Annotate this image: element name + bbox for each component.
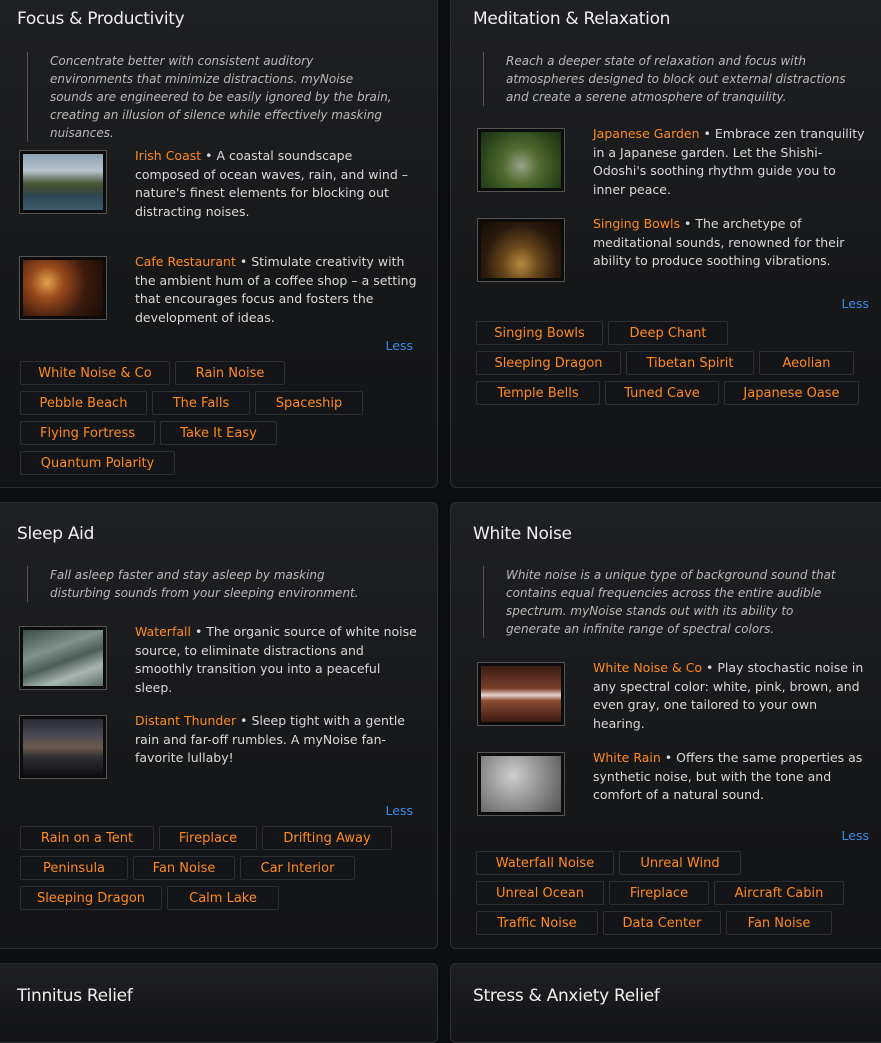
feature-link[interactable]: Irish Coast bbox=[135, 148, 201, 163]
tag-button[interactable]: Fan Noise bbox=[133, 856, 235, 880]
feature-white-rain[interactable]: White Rain • Offers the same properties … bbox=[477, 750, 871, 822]
tag-button[interactable]: Unreal Wind bbox=[619, 851, 741, 875]
feature-cafe-restaurant[interactable]: Cafe Restaurant • Stimulate creativity w… bbox=[19, 254, 419, 326]
feature-text: Distant Thunder • Sleep tight with a gen… bbox=[135, 713, 406, 765]
tag-button[interactable]: Tibetan Spirit bbox=[626, 351, 754, 375]
tag-button[interactable]: Sleeping Dragon bbox=[20, 886, 162, 910]
feature-text: White Noise & Co • Play stochastic noise… bbox=[593, 660, 864, 731]
tag-button[interactable]: Temple Bells bbox=[476, 381, 600, 405]
card-intro: Fall asleep faster and stay asleep by ma… bbox=[27, 566, 377, 602]
feature-link[interactable]: Japanese Garden bbox=[593, 126, 700, 141]
feature-text: Singing Bowls • The archetype of meditat… bbox=[593, 216, 845, 268]
tag-button[interactable]: White Noise & Co bbox=[20, 361, 170, 385]
feature-link[interactable]: Cafe Restaurant bbox=[135, 254, 236, 269]
less-link[interactable]: Less bbox=[386, 338, 413, 353]
feature-text: Waterfall • The organic source of white … bbox=[135, 624, 417, 695]
tag-button[interactable]: Flying Fortress bbox=[20, 421, 155, 445]
tag-button[interactable]: Japanese Oase bbox=[724, 381, 859, 405]
tag-button[interactable]: Drifting Away bbox=[262, 826, 392, 850]
tag-button[interactable]: Fireplace bbox=[159, 826, 257, 850]
feature-link[interactable]: Singing Bowls bbox=[593, 216, 680, 231]
tag-button[interactable]: Deep Chant bbox=[608, 321, 728, 345]
feature-text: Japanese Garden • Embrace zen tranquilit… bbox=[593, 126, 865, 197]
card-meditation: Meditation & Relaxation Reach a deeper s… bbox=[450, 0, 881, 488]
tag-button[interactable]: Calm Lake bbox=[167, 886, 279, 910]
white-rain-thumbnail[interactable] bbox=[477, 752, 565, 816]
white-noise-co-thumbnail[interactable] bbox=[477, 662, 565, 726]
card-sleep: Sleep Aid Fall asleep faster and stay as… bbox=[0, 502, 438, 949]
tag-button[interactable]: Sleeping Dragon bbox=[476, 351, 621, 375]
feature-irish-coast[interactable]: Irish Coast • A coastal soundscape compo… bbox=[19, 148, 419, 220]
tag-button[interactable]: Singing Bowls bbox=[476, 321, 603, 345]
card-intro: Concentrate better with consistent audit… bbox=[27, 52, 393, 142]
tag-button[interactable]: Pebble Beach bbox=[20, 391, 147, 415]
tag-button[interactable]: Data Center bbox=[603, 911, 721, 935]
card-title: Stress & Anxiety Relief bbox=[473, 986, 660, 1006]
tag-button[interactable]: Waterfall Noise bbox=[476, 851, 614, 875]
japanese-garden-thumbnail[interactable] bbox=[477, 128, 565, 192]
card-tinnitus: Tinnitus Relief bbox=[0, 963, 438, 1043]
singing-bowls-thumbnail[interactable] bbox=[477, 218, 565, 282]
tag-button[interactable]: Traffic Noise bbox=[476, 911, 598, 935]
tag-button[interactable]: Take It Easy bbox=[160, 421, 277, 445]
card-title: White Noise bbox=[473, 524, 572, 544]
feature-text: Irish Coast • A coastal soundscape compo… bbox=[135, 148, 409, 219]
feature-link[interactable]: White Rain bbox=[593, 750, 661, 765]
less-link[interactable]: Less bbox=[386, 803, 413, 818]
feature-distant-thunder[interactable]: Distant Thunder • Sleep tight with a gen… bbox=[19, 713, 419, 785]
less-link[interactable]: Less bbox=[842, 296, 869, 311]
tag-button[interactable]: Rain on a Tent bbox=[20, 826, 154, 850]
tag-button[interactable]: Tuned Cave bbox=[605, 381, 719, 405]
feature-link[interactable]: Distant Thunder bbox=[135, 713, 236, 728]
card-title: Meditation & Relaxation bbox=[473, 9, 671, 29]
tag-button[interactable]: Car Interior bbox=[240, 856, 355, 880]
card-title: Tinnitus Relief bbox=[17, 986, 133, 1006]
card-stress: Stress & Anxiety Relief bbox=[450, 963, 881, 1043]
feature-white-noise-co[interactable]: White Noise & Co • Play stochastic noise… bbox=[477, 660, 871, 732]
distant-thunder-thumbnail[interactable] bbox=[19, 715, 107, 779]
card-intro: Reach a deeper state of relaxation and f… bbox=[483, 52, 849, 106]
tag-button[interactable]: Quantum Polarity bbox=[20, 451, 175, 475]
tag-button[interactable]: Rain Noise bbox=[175, 361, 285, 385]
feature-singing-bowls[interactable]: Singing Bowls • The archetype of meditat… bbox=[477, 216, 871, 288]
card-intro: White noise is a unique type of backgrou… bbox=[483, 566, 849, 638]
feature-waterfall[interactable]: Waterfall • The organic source of white … bbox=[19, 624, 419, 696]
cafe-restaurant-thumbnail[interactable] bbox=[19, 256, 107, 320]
tag-button[interactable]: Spaceship bbox=[255, 391, 363, 415]
waterfall-thumbnail[interactable] bbox=[19, 626, 107, 690]
tag-button[interactable]: Fan Noise bbox=[726, 911, 832, 935]
feature-text: White Rain • Offers the same properties … bbox=[593, 750, 863, 802]
feature-text: Cafe Restaurant • Stimulate creativity w… bbox=[135, 254, 417, 325]
less-link[interactable]: Less bbox=[842, 828, 869, 843]
irish-coast-thumbnail[interactable] bbox=[19, 150, 107, 214]
tag-button[interactable]: Aeolian bbox=[759, 351, 854, 375]
feature-link[interactable]: Waterfall bbox=[135, 624, 191, 639]
tag-button[interactable]: Unreal Ocean bbox=[476, 881, 604, 905]
tag-button[interactable]: The Falls bbox=[152, 391, 250, 415]
card-title: Sleep Aid bbox=[17, 524, 95, 544]
card-white-noise: White Noise White noise is a unique type… bbox=[450, 502, 881, 949]
card-focus: Focus & Productivity Concentrate better … bbox=[0, 0, 438, 488]
tag-button[interactable]: Peninsula bbox=[20, 856, 128, 880]
tag-button[interactable]: Fireplace bbox=[609, 881, 709, 905]
feature-link[interactable]: White Noise & Co bbox=[593, 660, 702, 675]
tag-button[interactable]: Aircraft Cabin bbox=[714, 881, 844, 905]
feature-japanese-garden[interactable]: Japanese Garden • Embrace zen tranquilit… bbox=[477, 126, 871, 198]
card-title: Focus & Productivity bbox=[17, 9, 185, 29]
